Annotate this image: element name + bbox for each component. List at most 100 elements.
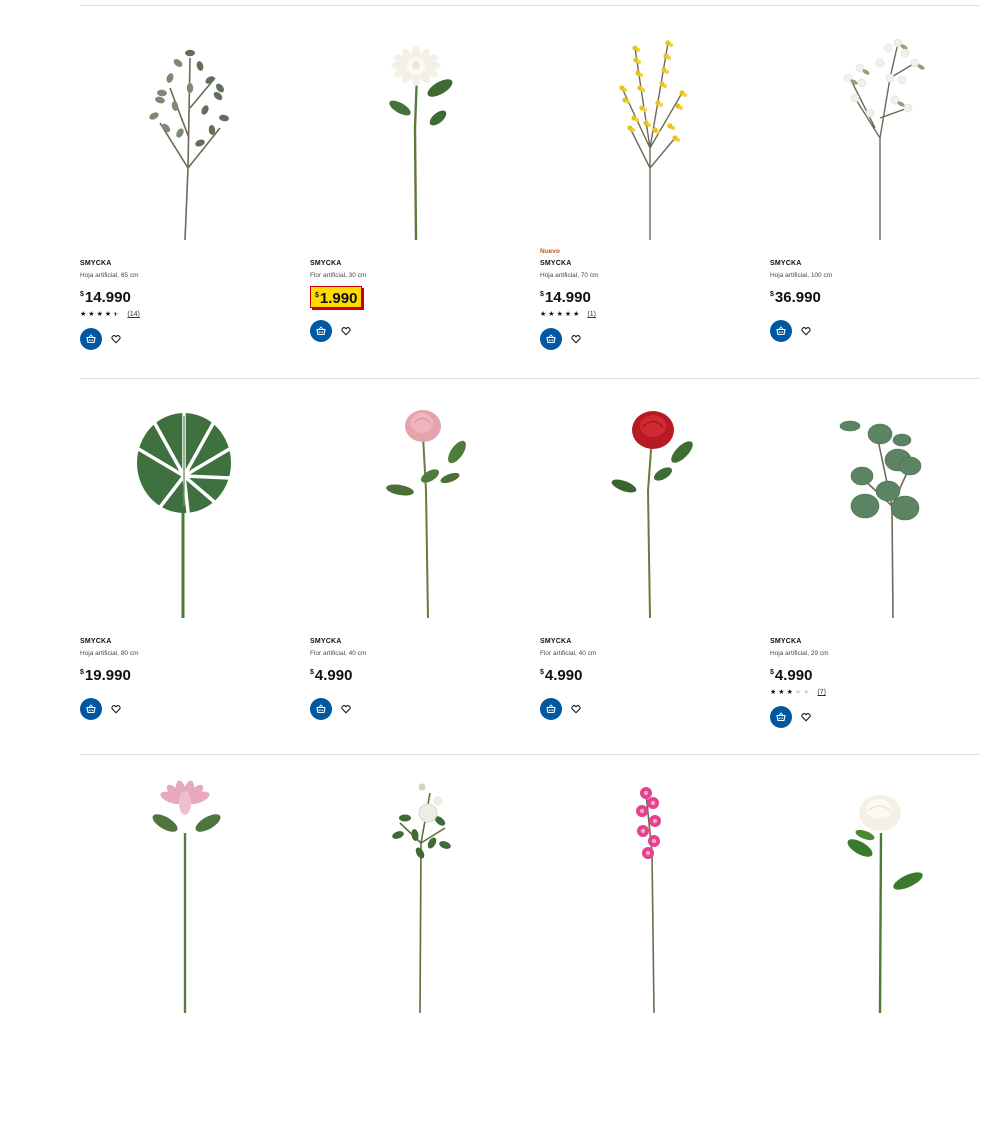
product-card[interactable]: SMYCKA Hoja artificial, 29 cm $4.990 ★ ★ ★ ★ ★(… xyxy=(770,396,970,746)
add-to-favourites-button[interactable] xyxy=(569,702,583,716)
price-value: 1.990 xyxy=(319,290,358,307)
add-to-favourites-button[interactable] xyxy=(109,332,123,346)
heart-icon xyxy=(801,713,811,722)
product-card[interactable]: SMYCKA Flor artificial, 30 cm $1.990 xyxy=(310,18,510,368)
add-to-cart-button[interactable] xyxy=(540,698,562,720)
product-image[interactable] xyxy=(550,396,740,636)
heart-icon xyxy=(111,335,121,344)
star-icon: ★ xyxy=(548,311,555,318)
product-card[interactable]: Nuevo SMYCKA Hoja artificial, 70 cm $14.990… xyxy=(540,18,740,368)
product-name[interactable]: SMYCKA xyxy=(310,260,342,267)
price-value: 19.990 xyxy=(84,667,131,684)
monstera-leaf-image xyxy=(126,403,243,618)
product-card[interactable]: SMYCKA Hoja artificial, 65 cm $14.990 ★ ★ ★ ★ ★… xyxy=(80,18,280,368)
add-to-favourites-button[interactable] xyxy=(799,324,813,338)
eucalyptus-stem-image xyxy=(839,420,922,619)
shopping-bag-icon xyxy=(316,326,326,336)
currency-symbol: $ xyxy=(315,292,319,299)
product-image[interactable] xyxy=(780,773,970,1013)
product-card[interactable] xyxy=(80,773,280,1123)
add-to-cart-button[interactable] xyxy=(80,328,102,350)
product-image[interactable] xyxy=(320,396,510,636)
heart-icon xyxy=(111,705,121,714)
add-to-cart-button[interactable] xyxy=(310,698,332,720)
product-price: $4.990 xyxy=(770,664,812,684)
price-value: 36.990 xyxy=(774,289,821,306)
add-to-favourites-button[interactable] xyxy=(799,710,813,724)
pink-orchid-image xyxy=(636,787,661,1013)
product-name[interactable]: SMYCKA xyxy=(80,638,112,645)
red-rose-image xyxy=(611,411,693,619)
product-image[interactable] xyxy=(550,773,740,1013)
product-name[interactable]: SMYCKA xyxy=(770,260,802,267)
row-divider xyxy=(80,754,980,755)
product-price: $14.990 xyxy=(540,286,591,306)
pink-rose-image xyxy=(386,410,466,619)
product-card[interactable] xyxy=(770,773,970,1123)
rating-stars[interactable]: ★ ★ ★ ★ ★ (1) xyxy=(540,311,596,318)
rating-stars[interactable]: ★ ★ ★ ★ ★ (7) xyxy=(770,689,826,696)
review-count-link[interactable]: (1) xyxy=(587,311,596,318)
product-image[interactable] xyxy=(90,18,280,258)
product-image[interactable] xyxy=(320,773,510,1013)
review-count-link[interactable]: (7) xyxy=(817,689,826,696)
price-value: 14.990 xyxy=(544,289,591,306)
new-badge: Nuevo xyxy=(540,248,560,255)
shopping-bag-icon xyxy=(546,704,556,714)
product-card[interactable] xyxy=(540,773,740,1123)
product-description: Hoja artificial, 29 cm xyxy=(770,650,829,657)
currency-symbol: $ xyxy=(310,669,314,676)
product-image[interactable] xyxy=(90,396,280,636)
white-rose-spray-image xyxy=(392,783,451,1013)
star-icon: ★ xyxy=(770,689,777,696)
add-to-favourites-button[interactable] xyxy=(339,324,353,338)
product-image[interactable] xyxy=(90,773,280,1013)
price-value: 14.990 xyxy=(84,289,131,306)
product-price: $19.990 xyxy=(80,664,131,684)
product-name[interactable]: SMYCKA xyxy=(770,638,802,645)
star-icon: ★ xyxy=(803,689,810,696)
review-count-link[interactable]: (14) xyxy=(127,311,139,318)
product-image[interactable] xyxy=(780,396,970,636)
product-card[interactable] xyxy=(310,773,510,1123)
rating-stars[interactable]: ★ ★ ★ ★ ★ (14) xyxy=(80,311,140,318)
price-value: 4.990 xyxy=(544,667,583,684)
add-to-cart-button[interactable] xyxy=(770,320,792,342)
add-to-cart-button[interactable] xyxy=(540,328,562,350)
shopping-bag-icon xyxy=(776,712,786,722)
product-card[interactable]: SMYCKA Flor artificial, 40 cm $4.990 xyxy=(540,396,740,746)
star-icon: ★ xyxy=(573,311,580,318)
product-name[interactable]: SMYCKA xyxy=(540,638,572,645)
product-image[interactable] xyxy=(320,18,510,258)
add-to-favourites-button[interactable] xyxy=(569,332,583,346)
product-description: Hoja artificial, 70 cm xyxy=(540,272,599,279)
price-value: 4.990 xyxy=(774,667,813,684)
star-icon: ★ xyxy=(540,311,547,318)
product-image[interactable] xyxy=(780,18,970,258)
shopping-bag-icon xyxy=(86,704,96,714)
add-to-favourites-button[interactable] xyxy=(109,702,123,716)
star-icon: ★ xyxy=(88,311,95,318)
product-description: Flor artificial, 40 cm xyxy=(540,650,597,657)
product-name[interactable]: SMYCKA xyxy=(80,260,112,267)
product-name[interactable]: SMYCKA xyxy=(310,638,342,645)
product-price: $36.990 xyxy=(770,286,821,306)
add-to-cart-button[interactable] xyxy=(770,706,792,728)
star-icon: ★ xyxy=(96,311,103,318)
product-price: $4.990 xyxy=(310,664,352,684)
row-divider xyxy=(80,5,980,6)
currency-symbol: $ xyxy=(540,669,544,676)
shopping-bag-icon xyxy=(546,334,556,344)
product-description: Hoja artificial, 100 cm xyxy=(770,272,833,279)
product-card[interactable]: SMYCKA Flor artificial, 40 cm $4.990 xyxy=(310,396,510,746)
product-image[interactable] xyxy=(550,18,740,258)
shopping-bag-icon xyxy=(776,326,786,336)
product-card[interactable]: SMYCKA Hoja artificial, 100 cm $36.990 xyxy=(770,18,970,368)
heart-icon xyxy=(341,705,351,714)
star-icon: ★ xyxy=(778,689,785,696)
product-name[interactable]: SMYCKA xyxy=(540,260,572,267)
add-to-favourites-button[interactable] xyxy=(339,702,353,716)
add-to-cart-button[interactable] xyxy=(310,320,332,342)
add-to-cart-button[interactable] xyxy=(80,698,102,720)
product-card[interactable]: SMYCKA Hoja artificial, 80 cm $19.990 xyxy=(80,396,280,746)
